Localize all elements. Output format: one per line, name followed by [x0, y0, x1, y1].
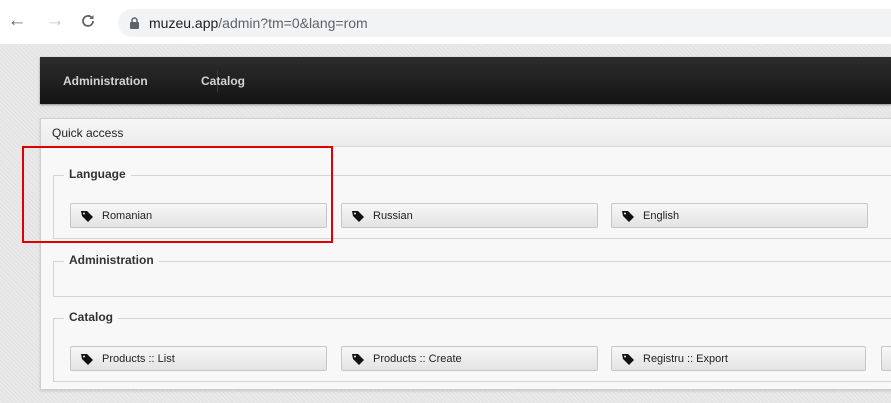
browser-toolbar: ← → muzeu.app/admin?tm=0&lang=rom	[0, 0, 891, 44]
main-navbar: Administration Catalog	[40, 57, 891, 104]
lock-icon	[130, 17, 139, 29]
button-label: Products :: Create	[373, 353, 462, 365]
button-label: English	[643, 210, 680, 222]
panel-title: Quick access	[52, 126, 124, 140]
language-english-button[interactable]: English	[611, 203, 868, 228]
button-label: Russian	[373, 210, 413, 222]
group-catalog: Catalog Products :: List Products :: Cre…	[53, 310, 891, 382]
tag-icon	[622, 354, 634, 365]
panel-header: Quick access	[41, 119, 891, 147]
products-list-button[interactable]: Products :: List	[70, 346, 327, 371]
group-administration: Administration	[53, 253, 891, 297]
catalog-next-button-partial[interactable]	[881, 346, 891, 371]
tag-icon	[622, 211, 634, 222]
url-host: muzeu.app	[149, 15, 219, 31]
forward-arrow-icon[interactable]: →	[45, 10, 65, 31]
button-label: Registru :: Export	[643, 353, 728, 365]
tag-icon	[81, 354, 93, 365]
button-label: Products :: List	[102, 353, 175, 365]
nav-item-administration[interactable]: Administration	[63, 74, 148, 88]
language-russian-button[interactable]: Russian	[341, 203, 598, 228]
url-path: /admin?tm=0&lang=rom	[218, 15, 368, 31]
tag-icon	[352, 211, 364, 222]
back-arrow-icon[interactable]: ←	[7, 10, 27, 31]
products-create-button[interactable]: Products :: Create	[341, 346, 598, 371]
group-legend-administration: Administration	[64, 253, 159, 267]
address-url: muzeu.app/admin?tm=0&lang=rom	[149, 15, 368, 31]
nav-item-catalog[interactable]: Catalog	[201, 74, 245, 88]
highlight-box	[22, 146, 333, 243]
registru-export-button[interactable]: Registru :: Export	[611, 346, 866, 371]
address-bar[interactable]: muzeu.app/admin?tm=0&lang=rom	[118, 9, 891, 37]
group-legend-catalog: Catalog	[64, 310, 119, 324]
tag-icon	[352, 354, 364, 365]
reload-icon[interactable]	[78, 11, 98, 31]
